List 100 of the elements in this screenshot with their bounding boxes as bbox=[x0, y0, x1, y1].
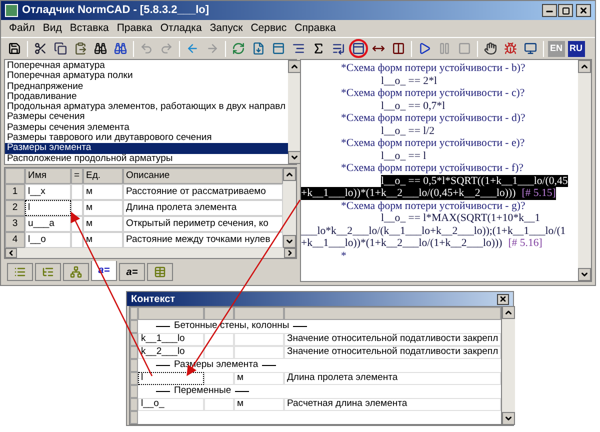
unit-cell: м bbox=[234, 398, 284, 411]
name-cell[interactable]: u___a bbox=[25, 216, 71, 232]
list-icon bbox=[14, 266, 26, 278]
code-line: *Схема форм потери устойчивости - e)? bbox=[341, 137, 525, 150]
close-button[interactable] bbox=[497, 294, 509, 304]
topic-list-item[interactable]: Размеры элемента bbox=[5, 143, 288, 154]
code-line: l__o_ == l/2 bbox=[381, 124, 435, 137]
column-header[interactable]: Имя bbox=[25, 168, 71, 184]
horizontal-scrollbar[interactable] bbox=[5, 248, 296, 258]
header-cell bbox=[234, 307, 284, 320]
description-cell: Длина пролета элемента bbox=[284, 372, 502, 385]
row-number: 1 bbox=[5, 184, 25, 200]
table-cell bbox=[204, 372, 234, 385]
scroll-up-icon[interactable] bbox=[288, 60, 301, 73]
minimize-button[interactable] bbox=[542, 4, 557, 17]
scroll-down-icon[interactable] bbox=[502, 412, 516, 425]
name-cell[interactable]: k__2___lo bbox=[138, 346, 204, 359]
unit-cell bbox=[234, 333, 284, 346]
name-cell[interactable]: l__o_ bbox=[138, 398, 204, 411]
description-cell: Расчетная длина элемента bbox=[284, 398, 502, 411]
scrollbar[interactable] bbox=[578, 60, 591, 281]
group-label: Переменные bbox=[174, 384, 232, 398]
unit-cell: м bbox=[83, 216, 123, 232]
menu-item[interactable]: Вставка bbox=[66, 20, 113, 36]
topic-list-item[interactable]: Продольная арматура элементов, работающих в двух направл bbox=[5, 102, 288, 112]
column-header[interactable]: = bbox=[71, 168, 83, 184]
table-cell bbox=[71, 200, 83, 216]
topic-list-item[interactable]: Поперечная арматура bbox=[5, 61, 288, 72]
table-cell bbox=[204, 346, 234, 359]
menu-item[interactable]: Файл bbox=[5, 20, 39, 36]
row-number: 2 bbox=[5, 200, 25, 216]
code-line: *Схема форм потери устойчивости - d)? bbox=[341, 112, 526, 124]
name-cell[interactable]: l bbox=[138, 372, 204, 385]
topic-list-item[interactable]: Размеры таврового или двутаврового сечения bbox=[5, 133, 288, 144]
description-cell: Значение относительной податливости закрепл bbox=[284, 333, 502, 346]
language-button[interactable]: RU bbox=[568, 40, 585, 56]
tab[interactable] bbox=[63, 263, 89, 281]
code-line: *Схема форм потери устойчивости - g)? bbox=[341, 200, 526, 212]
code-line: l__o_ == 0,7*l bbox=[381, 100, 446, 112]
menu-item[interactable]: Вид bbox=[38, 20, 66, 36]
scroll-up-icon[interactable] bbox=[578, 60, 591, 73]
table-cell bbox=[204, 398, 234, 411]
code-line: ___lo*k__2___lo/(k__1___lo+k__2___lo));(1+k__1___lo/(1 bbox=[301, 224, 566, 237]
scroll-down-icon[interactable] bbox=[288, 151, 301, 164]
description-cell: Растояние между точками нулев bbox=[123, 232, 283, 248]
unit-cell: м bbox=[234, 372, 284, 385]
code-line: *Схема форм потери устойчивости - b)? bbox=[341, 62, 526, 74]
scroll-up-icon[interactable] bbox=[283, 168, 296, 181]
scroll-down-icon[interactable] bbox=[283, 235, 296, 248]
scrollbar[interactable] bbox=[502, 306, 516, 425]
scrollbar[interactable] bbox=[288, 60, 301, 164]
reference: [# 5.15] bbox=[516, 187, 556, 200]
table-icon bbox=[154, 266, 166, 278]
menu-item[interactable]: Запуск bbox=[206, 20, 247, 36]
header-cell bbox=[204, 307, 234, 320]
scroll-left-icon[interactable] bbox=[5, 248, 17, 258]
window-title: Отладчик NormCAD - [5.8.3.2___lo] bbox=[22, 3, 210, 18]
close-icon bbox=[579, 6, 588, 15]
code-line: *Схема форм потери устойчивости - f)? bbox=[341, 162, 524, 174]
scroll-up-icon[interactable] bbox=[502, 306, 516, 319]
scroll-right-icon[interactable] bbox=[284, 248, 296, 258]
window-title: Контекст bbox=[131, 292, 176, 306]
menu-item[interactable]: Отладка bbox=[156, 20, 206, 36]
description-cell: Открытый периметр сечения, ко bbox=[123, 216, 283, 232]
app-icon bbox=[5, 4, 18, 17]
tab[interactable] bbox=[35, 263, 61, 281]
row-number: 4 bbox=[5, 232, 25, 248]
tab[interactable] bbox=[7, 263, 33, 281]
topic-list-item[interactable]: Размеры сечения bbox=[5, 112, 288, 123]
topic-list-item[interactable]: Размеры сечения элемента bbox=[5, 122, 288, 134]
header-cell bbox=[138, 307, 204, 320]
close-icon bbox=[499, 295, 507, 303]
table-cell bbox=[71, 216, 83, 232]
topic-list-item[interactable]: Продавливание bbox=[5, 92, 288, 102]
tab[interactable]: a= bbox=[119, 263, 145, 281]
menu-item[interactable]: Сервис bbox=[246, 20, 291, 36]
unit-cell: м bbox=[83, 184, 123, 200]
name-cell[interactable]: l__o bbox=[25, 232, 71, 248]
name-cell[interactable]: l bbox=[25, 200, 71, 216]
name-cell[interactable]: l__x bbox=[25, 184, 71, 200]
code-line: * bbox=[341, 250, 346, 262]
code-line: l__o_ == 2*l bbox=[381, 74, 437, 87]
hierarchy-icon bbox=[70, 266, 82, 278]
tab[interactable] bbox=[147, 263, 173, 281]
column-header[interactable]: Описание bbox=[123, 168, 283, 184]
table-cell bbox=[204, 333, 234, 346]
topic-list-item[interactable]: Поперечная арматура полки bbox=[5, 71, 288, 82]
menu-item[interactable]: Справка bbox=[290, 20, 340, 36]
topic-list-item[interactable]: Расположение продольной арматуры bbox=[5, 154, 288, 164]
name-cell[interactable]: k__1___lo bbox=[138, 333, 204, 346]
topic-list-item[interactable]: Преднапряжение bbox=[5, 82, 288, 92]
code-line: +k__1___lo))*(1+k__2___lo/(1+k__2___lo))) bbox=[301, 237, 502, 250]
scrollbar[interactable] bbox=[283, 168, 296, 248]
row-number: 3 bbox=[5, 216, 25, 232]
close-button[interactable] bbox=[576, 4, 591, 17]
menu-item[interactable]: Правка bbox=[112, 20, 156, 36]
maximize-button[interactable] bbox=[558, 4, 573, 17]
scroll-down-icon[interactable] bbox=[578, 268, 591, 281]
column-header[interactable]: Ед. bbox=[83, 168, 123, 184]
unit-cell: м bbox=[83, 232, 123, 248]
